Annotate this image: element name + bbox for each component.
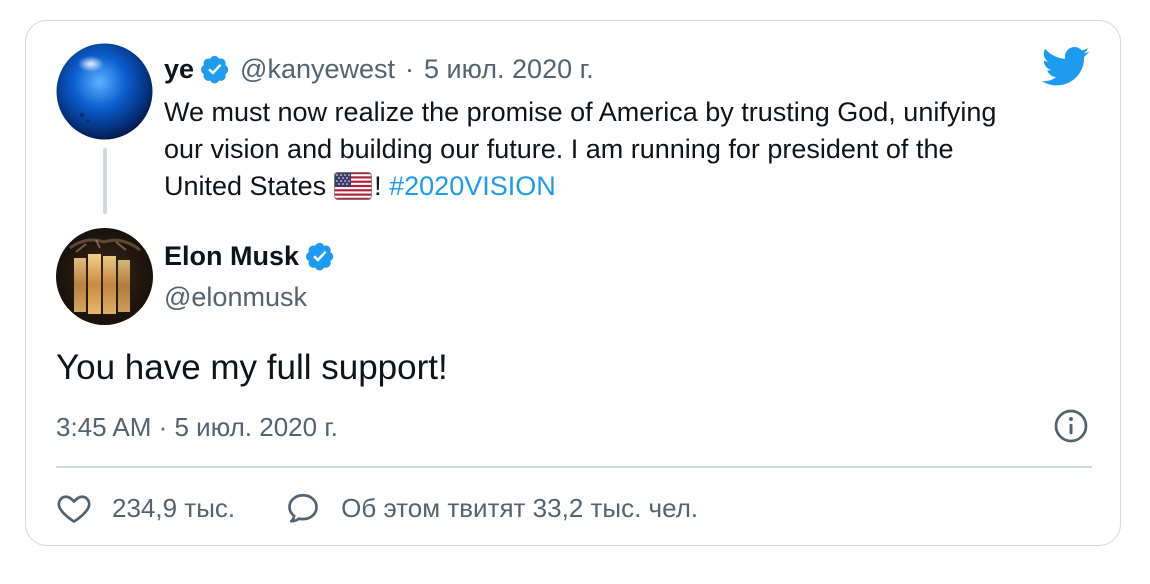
twitter-bird-icon[interactable]: [1042, 47, 1090, 87]
reply-bubble-icon: [288, 493, 318, 523]
divider: [56, 466, 1092, 468]
blue-sphere-avatar-image: [56, 43, 153, 140]
us-flag-icon: [334, 172, 373, 200]
reply-discussion-button[interactable]: Об этом твитят 33,2 тыс. чел.: [285, 490, 698, 526]
avatar-kanyewest[interactable]: [56, 43, 153, 140]
quoted-author-handle[interactable]: @kanyewest: [240, 54, 395, 85]
header-separator: ·: [405, 53, 415, 84]
hashtag-link[interactable]: #2020VISION: [389, 171, 556, 201]
tweet-text: You have my full support!: [56, 348, 448, 387]
heart-icon: [57, 495, 91, 523]
author-name[interactable]: Elon Musk: [164, 241, 299, 272]
discussion-count: Об этом твитят 33,2 тыс. чел.: [341, 492, 699, 523]
info-icon[interactable]: [1053, 408, 1089, 444]
author-handle[interactable]: @elonmusk: [164, 282, 345, 313]
quoted-tweet-text: We must now realize the promise of Ameri…: [164, 94, 1024, 205]
quoted-tweet-exclaim: !: [374, 171, 382, 201]
elonmusk-avatar-image: [56, 228, 153, 325]
tweet-timestamp[interactable]: 3:45 AM · 5 июл. 2020 г.: [56, 412, 338, 443]
quoted-tweet-main-text: We must now realize the promise of Ameri…: [164, 97, 997, 201]
verified-badge-icon: [201, 55, 229, 84]
like-count: 234,9 тыс.: [112, 492, 236, 523]
thread-connector-line: [103, 148, 107, 214]
tweet-author: Elon Musk @elonmusk: [164, 238, 345, 313]
like-button[interactable]: 234,9 тыс.: [56, 490, 235, 526]
quoted-tweet-header: ye @kanyewest · 5 июл. 2020 г.: [164, 52, 594, 86]
avatar-elonmusk[interactable]: [56, 228, 153, 325]
quoted-tweet-date[interactable]: 5 июл. 2020 г.: [424, 54, 594, 85]
tweet-actions: 234,9 тыс. Об этом твитят 33,2 тыс. чел.: [56, 490, 748, 526]
verified-badge-icon: [306, 242, 334, 271]
quoted-author-name[interactable]: ye: [164, 54, 194, 85]
